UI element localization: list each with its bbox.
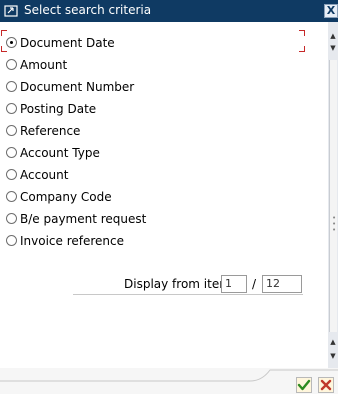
scroll-bottom-icon[interactable]: ▼ bbox=[328, 350, 338, 362]
item-separator: / bbox=[252, 277, 257, 291]
option-label: Posting Date bbox=[20, 102, 97, 116]
scroll-top-icon[interactable]: ▲ bbox=[328, 30, 338, 42]
display-from-item-label: Display from item bbox=[124, 277, 231, 291]
option-label: Reference bbox=[20, 124, 81, 138]
scroll-page-down-icon[interactable]: ▼ bbox=[328, 42, 338, 54]
scroll-track[interactable]: • • • bbox=[329, 60, 337, 332]
cancel-icon[interactable] bbox=[318, 377, 334, 393]
radio-reference[interactable] bbox=[6, 125, 17, 136]
close-button[interactable]: X bbox=[324, 4, 338, 18]
radio-posting-date[interactable] bbox=[6, 103, 17, 114]
scroll-grip-icon[interactable]: • • • bbox=[332, 215, 336, 234]
option-label: Company Code bbox=[20, 190, 112, 204]
dialog-content: Document Date Amount Document Number Pos… bbox=[0, 22, 328, 368]
footer-divider bbox=[0, 369, 338, 382]
radio-invoice-reference[interactable] bbox=[6, 235, 17, 246]
radio-account-type[interactable] bbox=[6, 147, 17, 158]
radio-document-date[interactable] bbox=[6, 37, 17, 48]
radio-amount[interactable] bbox=[6, 59, 17, 70]
dialog-title-bar: Select search criteria X bbox=[0, 0, 338, 22]
dialog-footer bbox=[0, 368, 338, 394]
dialog-title: Select search criteria bbox=[24, 3, 152, 17]
radio-document-number[interactable] bbox=[6, 81, 17, 92]
scroll-page-up-icon[interactable]: ▲ bbox=[328, 336, 338, 348]
option-label: Amount bbox=[20, 58, 68, 72]
radio-be-payment-request[interactable] bbox=[6, 213, 17, 224]
option-label: Document Date bbox=[20, 36, 115, 50]
checkmark-icon[interactable] bbox=[296, 377, 312, 393]
radio-company-code[interactable] bbox=[6, 191, 17, 202]
divider bbox=[73, 294, 303, 295]
option-label: Account Type bbox=[20, 146, 100, 160]
radio-account[interactable] bbox=[6, 169, 17, 180]
option-label: Invoice reference bbox=[20, 234, 125, 248]
option-label: Account bbox=[20, 168, 69, 182]
display-from-field[interactable]: 1 bbox=[221, 275, 247, 293]
option-label: Document Number bbox=[20, 80, 135, 94]
window-icon bbox=[4, 4, 18, 18]
display-total-field: 12 bbox=[262, 275, 302, 293]
vertical-scrollbar[interactable]: ▲ ▼ • • • ▲ ▼ bbox=[328, 22, 338, 368]
option-label: B/e payment request bbox=[20, 212, 147, 226]
